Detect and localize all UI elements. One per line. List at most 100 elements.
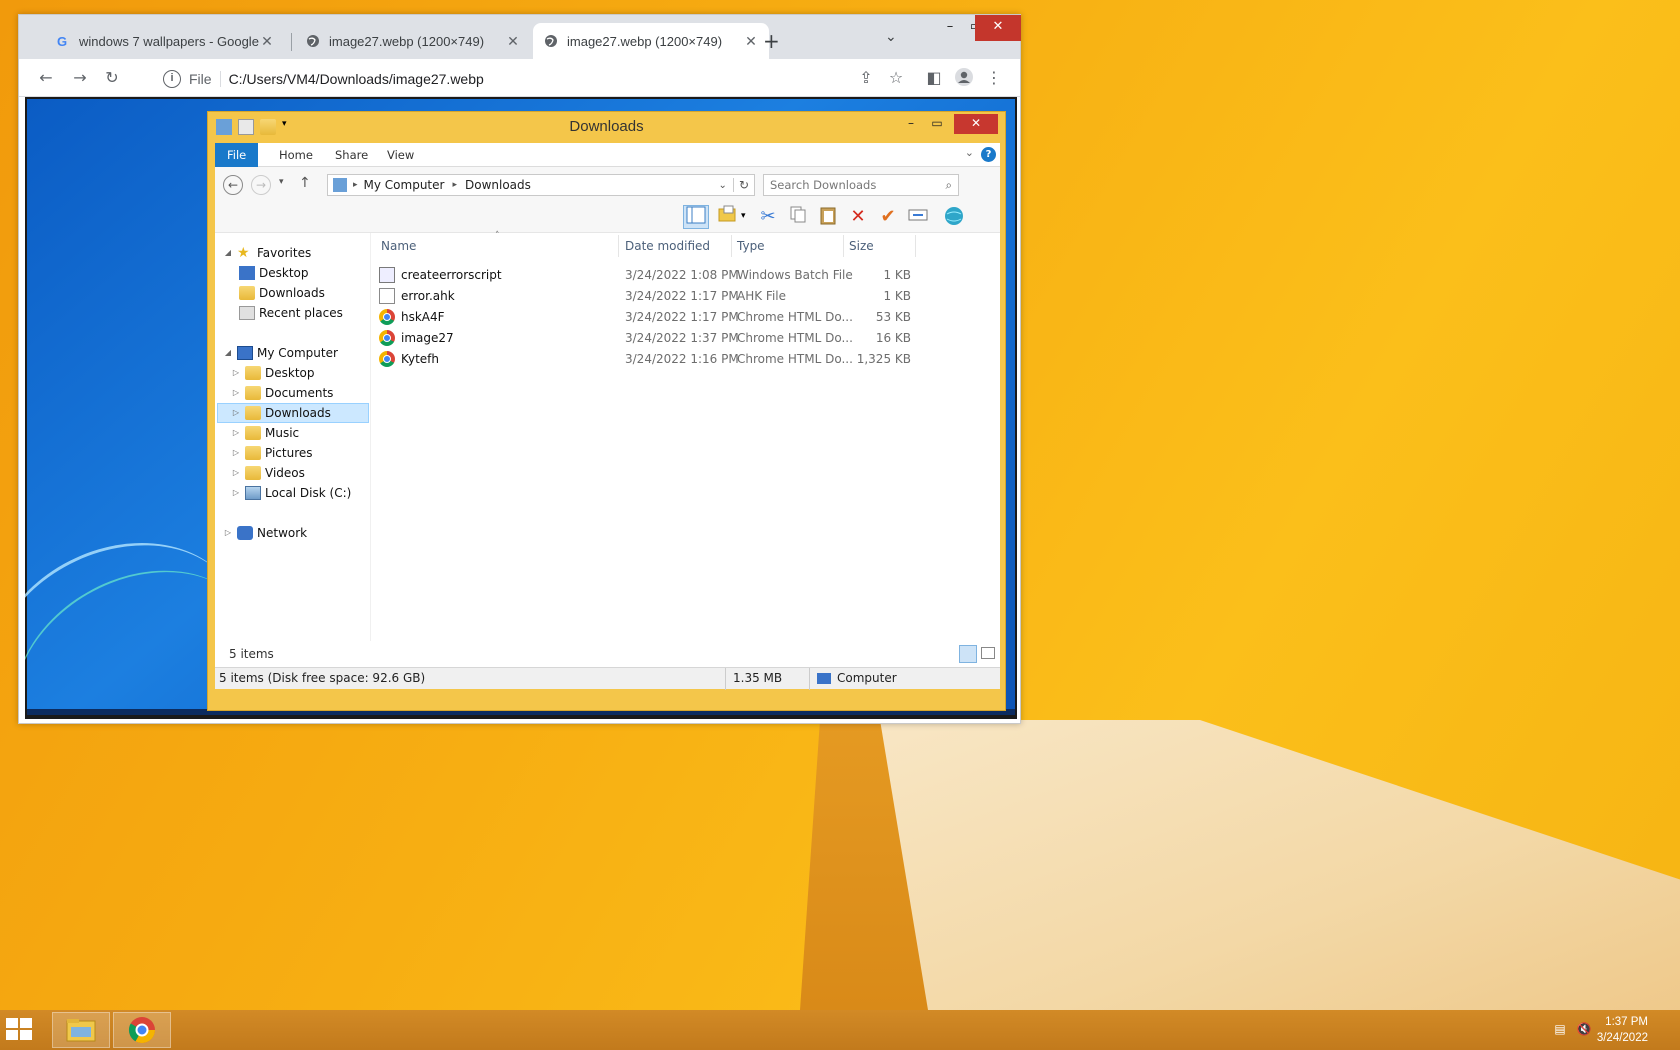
recent-places-icon [239,306,255,320]
nav-music[interactable]: ▷ Music [231,423,299,443]
help-icon[interactable]: ? [981,147,996,162]
tab-close-icon[interactable]: ✕ [743,33,759,50]
column-date-modified[interactable]: Date modified [625,239,710,253]
nav-fav-recent[interactable]: Recent places [235,303,343,323]
cut-scissors-icon[interactable]: ✂ [755,205,781,229]
globe-icon [543,33,559,49]
column-name[interactable]: Name [381,239,416,253]
up-arrow-icon[interactable]: ↑ [299,175,311,191]
ribbon-expand-chevron-icon[interactable]: ⌄ [965,146,974,159]
collapsed-triangle-icon[interactable]: ▷ [231,383,241,403]
address-bar[interactable]: i File C:/Users/VM4/Downloads/image27.we… [155,65,875,93]
back-arrow-icon[interactable]: ← [223,175,243,195]
taskbar-file-explorer[interactable] [52,1012,110,1048]
share-icon[interactable]: ⇪ [855,67,877,89]
file-row[interactable]: createerrorscript 3/24/2022 1:08 PM Wind… [375,265,935,286]
copy-icon[interactable] [785,205,811,229]
network-globe-icon[interactable] [941,205,967,229]
nav-favorites[interactable]: ◢ ★ Favorites [223,243,311,263]
column-size[interactable]: Size [849,239,874,253]
expanded-triangle-icon[interactable]: ◢ [223,343,233,363]
collapsed-triangle-icon[interactable]: ▷ [231,363,241,383]
forward-arrow-icon[interactable]: → [251,175,271,195]
column-divider[interactable] [618,235,619,257]
nav-network[interactable]: ▷ Network [223,523,307,543]
column-divider[interactable] [915,235,916,257]
nav-documents[interactable]: ▷ Documents [231,383,333,403]
side-panel-icon[interactable]: ◧ [923,67,945,89]
taskbar-chrome[interactable] [113,1012,171,1048]
music-folder-icon [245,426,261,440]
bookmark-star-icon[interactable]: ☆ [885,67,907,89]
address-dropdown-chevron-icon[interactable]: ⌄ [719,180,727,191]
search-input[interactable]: Search Downloads ⌕ [763,174,959,196]
file-row[interactable]: hskA4F 3/24/2022 1:17 PM Chrome HTML Do.… [375,307,935,328]
details-view-icon[interactable] [959,645,977,663]
system-clock[interactable]: 1:37 PM 3/24/2022 [1597,1014,1648,1046]
collapsed-triangle-icon[interactable]: ▷ [223,523,233,543]
tab-image27-active[interactable]: image27.webp (1200×749) ✕ [533,23,769,59]
large-icons-view-icon[interactable] [981,647,995,659]
reload-icon[interactable]: ↻ [101,67,123,89]
collapsed-triangle-icon[interactable]: ▷ [231,403,241,423]
file-row[interactable]: Kytefh 3/24/2022 1:16 PM Chrome HTML Do.… [375,349,935,370]
nav-my-computer[interactable]: ◢ My Computer [223,343,338,363]
organize-folder-icon[interactable] [715,205,741,229]
file-row[interactable]: image27 3/24/2022 1:37 PM Chrome HTML Do… [375,328,935,349]
tab-close-icon[interactable]: ✕ [259,33,275,50]
new-tab-button[interactable]: + [763,29,780,53]
nav-fav-desktop[interactable]: Desktop [235,263,309,283]
info-icon[interactable]: i [163,70,181,88]
menu-kebab-icon[interactable]: ⋮ [983,67,1005,89]
tab-image27-1[interactable]: image27.webp (1200×749) ✕ [295,23,531,59]
wallpaper-light-panel [880,720,1680,1010]
refresh-icon[interactable]: ↻ [732,178,754,192]
column-divider[interactable] [843,235,844,257]
tab-file[interactable]: File [215,143,259,167]
collapsed-triangle-icon[interactable]: ▷ [231,443,241,463]
close-button[interactable]: ✕ [975,15,1021,41]
nav-videos[interactable]: ▷ Videos [231,463,305,483]
nav-desktop[interactable]: ▷ Desktop [231,363,315,383]
ribbon-tabs: File Home Share View ⌄ ? [215,143,1000,167]
collapsed-triangle-icon[interactable]: ▷ [231,483,241,503]
network-tray-icon[interactable]: ▤ [1552,1022,1568,1038]
tab-home[interactable]: Home [267,143,325,167]
column-divider[interactable] [731,235,732,257]
tab-search-chevron-icon[interactable]: ⌄ [885,29,897,45]
nav-downloads-selected[interactable]: ▷ Downloads [217,403,369,423]
tab-strip: G windows 7 wallpapers - Google S ✕ imag… [19,15,1021,59]
checkmark-icon[interactable]: ✔ [875,205,901,229]
back-arrow-icon[interactable]: ← [35,67,57,89]
nav-pictures[interactable]: ▷ Pictures [231,443,313,463]
nav-local-disk[interactable]: ▷ Local Disk (C:) [231,483,351,503]
paste-clipboard-icon[interactable] [815,205,841,229]
minimize-button[interactable]: – [898,114,924,134]
column-headers: Name ˄ Date modified Type Size [375,231,1000,259]
collapsed-triangle-icon[interactable]: ▷ [231,423,241,443]
recent-locations-chevron-icon[interactable]: ▾ [279,177,284,187]
address-breadcrumb[interactable]: ▸ My Computer ▸ Downloads ⌄ ↻ [327,174,755,196]
tab-view[interactable]: View [375,143,426,167]
forward-arrow-icon[interactable]: → [69,67,91,89]
breadcrumb-downloads[interactable]: Downloads [465,178,531,192]
tab-share[interactable]: Share [323,143,380,167]
file-row[interactable]: error.ahk 3/24/2022 1:17 PM AHK File 1 K… [375,286,935,307]
documents-folder-icon [245,386,261,400]
maximize-button[interactable]: ▭ [924,114,950,134]
tab-close-icon[interactable]: ✕ [505,33,521,50]
collapsed-triangle-icon[interactable]: ▷ [231,463,241,483]
preview-pane-icon[interactable] [683,205,709,229]
rename-icon[interactable] [905,205,931,229]
profile-avatar-icon[interactable] [953,67,975,89]
expanded-triangle-icon[interactable]: ◢ [223,243,233,263]
close-button[interactable]: ✕ [954,114,998,134]
breadcrumb-my-computer[interactable]: My Computer [364,178,445,192]
delete-x-icon[interactable]: ✕ [845,205,871,229]
organize-chevron-icon[interactable]: ▾ [741,211,746,221]
volume-muted-icon[interactable]: 🔇 [1576,1022,1592,1038]
tab-google-search[interactable]: G windows 7 wallpapers - Google S ✕ [45,23,285,59]
column-type[interactable]: Type [737,239,765,253]
windows-start-icon[interactable] [6,1018,34,1042]
nav-fav-downloads[interactable]: Downloads [235,283,325,303]
